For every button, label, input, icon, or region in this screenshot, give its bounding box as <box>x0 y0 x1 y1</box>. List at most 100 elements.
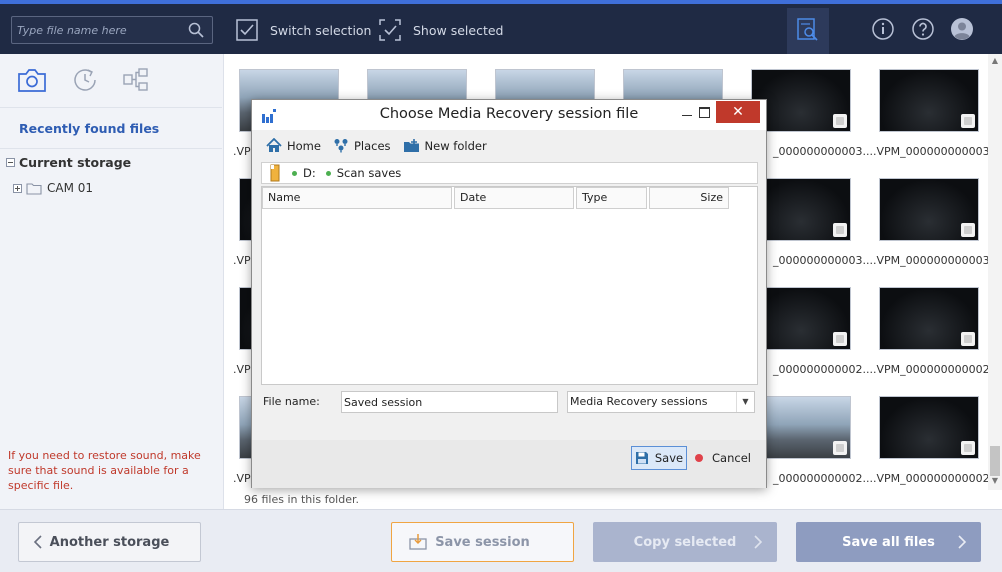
tree-item-cam-01[interactable]: CAM 01 <box>13 181 93 195</box>
user-avatar-icon[interactable] <box>950 17 974 41</box>
scroll-up-icon[interactable]: ▲ <box>988 54 1002 68</box>
select-checkbox[interactable] <box>961 114 975 128</box>
dialog-toolbar: Home Places New folder <box>266 138 499 153</box>
path-separator-dot <box>325 170 331 176</box>
new-folder-button[interactable]: New folder <box>403 138 487 153</box>
sound-hint: If you need to restore sound, make sure … <box>8 449 201 492</box>
places-label: Places <box>353 138 391 153</box>
switch-selection-label: Switch selection <box>270 22 372 38</box>
places-icon <box>334 139 348 153</box>
close-button[interactable]: ✕ <box>716 101 760 123</box>
left-panel: Recently found files Current storage CAM… <box>0 54 224 509</box>
cancel-dot-icon <box>695 454 703 462</box>
file-name: _000000000003... <box>773 145 873 158</box>
home-button[interactable]: Home <box>266 138 321 153</box>
save-session-label: Save session <box>435 534 530 550</box>
save-session-icon <box>409 534 427 550</box>
path-breadcrumb: D: Scan saves <box>261 162 758 184</box>
clock-refresh-icon[interactable] <box>71 66 99 94</box>
select-checkbox[interactable] <box>833 332 847 346</box>
select-checkbox[interactable] <box>833 441 847 455</box>
select-checkbox[interactable] <box>961 223 975 237</box>
save-session-button[interactable]: Save session <box>391 522 574 562</box>
save-all-files-label: Save all files <box>842 534 935 550</box>
search-input[interactable] <box>17 21 177 39</box>
search-box[interactable] <box>11 16 213 44</box>
files-count-status: 96 files in this folder. <box>244 493 359 506</box>
path-folder[interactable]: Scan saves <box>337 166 402 180</box>
show-selected-label: Show selected <box>413 22 504 38</box>
new-folder-label: New folder <box>424 138 487 153</box>
dialog-footer: Save Cancel <box>252 440 766 488</box>
file-name: .VPM_000000000002... <box>873 363 1001 376</box>
file-name: .VPM_000000000003... <box>873 254 1001 267</box>
switch-selection-button[interactable]: Switch selection <box>234 16 371 44</box>
scrollbar-thumb[interactable] <box>990 446 1000 476</box>
file-name-label: File name: <box>263 395 320 408</box>
file-type-value: Media Recovery sessions <box>570 395 708 408</box>
path-separator-dot <box>292 170 297 176</box>
file-thumbnail[interactable] <box>879 396 979 459</box>
file-name: .VPM_000000000002... <box>873 472 1001 485</box>
new-folder-icon <box>403 138 419 152</box>
places-button[interactable]: Places <box>333 138 391 153</box>
select-checkbox[interactable] <box>961 441 975 455</box>
file-name: _000000000002... <box>773 472 873 485</box>
recently-found-files-link[interactable]: Recently found files <box>19 121 159 136</box>
cancel-button[interactable]: Cancel <box>695 446 751 470</box>
column-date[interactable]: Date <box>454 187 574 209</box>
column-size[interactable]: Size <box>649 187 729 209</box>
drive-icon <box>270 164 280 182</box>
selection-frame-icon <box>379 19 401 41</box>
chevron-left-icon <box>33 535 42 549</box>
top-toolbar: Switch selection Show selected <box>0 0 1002 54</box>
select-checkbox[interactable] <box>833 223 847 237</box>
file-thumbnail[interactable] <box>879 178 979 241</box>
expand-icon[interactable] <box>13 183 22 193</box>
file-thumbnail[interactable] <box>879 287 979 350</box>
floppy-disk-icon <box>635 452 648 464</box>
search-icon[interactable] <box>188 22 204 38</box>
collapse-icon[interactable] <box>6 158 15 167</box>
divider <box>0 107 222 108</box>
current-storage-label: Current storage <box>19 155 132 170</box>
file-name: _000000000003... <box>773 254 873 267</box>
file-list[interactable]: Name Date Type Size <box>261 186 758 385</box>
view-mode-tabs <box>0 54 223 106</box>
file-list-header: Name Date Type Size <box>262 187 757 209</box>
save-label: Save <box>654 451 684 465</box>
home-icon <box>266 138 282 152</box>
scroll-down-icon[interactable]: ▼ <box>988 474 1002 488</box>
file-preview-icon[interactable] <box>796 17 820 43</box>
show-selected-button[interactable]: Show selected <box>377 16 503 44</box>
copy-selected-button[interactable]: Copy selected <box>593 522 777 562</box>
path-drive[interactable]: D: <box>303 166 316 180</box>
folder-tree-icon[interactable] <box>122 66 150 94</box>
save-all-files-button[interactable]: Save all files <box>796 522 981 562</box>
dialog-title-bar[interactable]: Choose Media Recovery session file ✕ <box>252 100 766 130</box>
camera-icon[interactable] <box>16 66 48 94</box>
folder-icon <box>26 182 42 195</box>
vertical-scrollbar[interactable]: ▲ ▼ <box>988 54 1002 490</box>
column-type[interactable]: Type <box>576 187 647 209</box>
file-name-input[interactable] <box>341 391 558 413</box>
file-thumbnail[interactable] <box>879 69 979 132</box>
select-checkbox[interactable] <box>833 114 847 128</box>
another-storage-label: Another storage <box>49 534 170 550</box>
select-checkbox[interactable] <box>961 332 975 346</box>
file-name: .VPM_000000000003... <box>873 145 1001 158</box>
help-icon[interactable] <box>911 17 935 41</box>
info-icon[interactable] <box>871 17 895 41</box>
column-name[interactable]: Name <box>262 187 452 209</box>
checkbox-icon <box>236 19 258 41</box>
maximize-button[interactable] <box>692 102 718 124</box>
save-button[interactable]: Save <box>631 446 687 470</box>
divider <box>0 148 222 149</box>
file-type-select[interactable]: Media Recovery sessions ▼ <box>567 391 755 413</box>
chevron-right-icon <box>958 535 967 549</box>
dropdown-arrow-icon[interactable]: ▼ <box>736 392 754 412</box>
cancel-label: Cancel <box>712 451 751 465</box>
tree-current-storage[interactable]: Current storage <box>6 155 131 170</box>
another-storage-button[interactable]: Another storage <box>18 522 201 562</box>
file-name: _000000000002... <box>773 363 873 376</box>
